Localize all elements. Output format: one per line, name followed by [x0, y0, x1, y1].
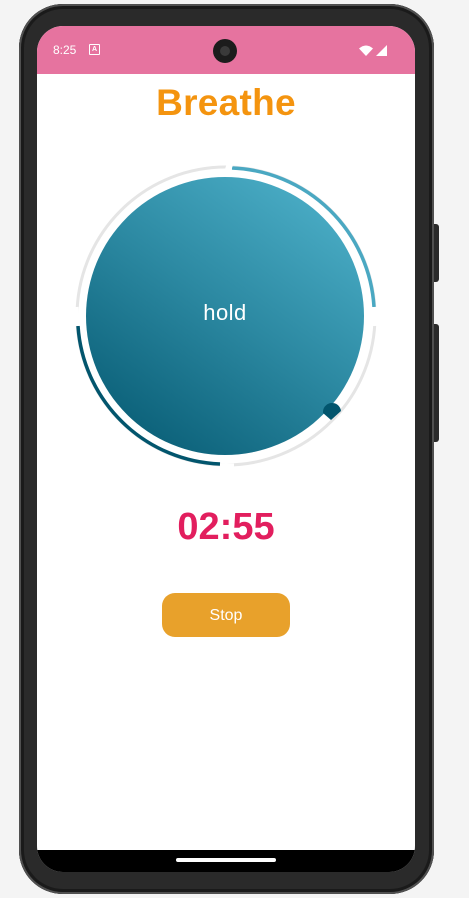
progress-marker-icon [322, 402, 341, 420]
stop-button[interactable]: Stop [162, 593, 290, 637]
status-bar: 8:25 A [37, 26, 415, 74]
breath-phase-label: hold [203, 300, 247, 325]
home-indicator[interactable] [176, 858, 276, 862]
signal-icon [376, 45, 387, 56]
status-icons [359, 44, 389, 62]
navigation-bar [37, 850, 415, 872]
ring-gap-top [225, 164, 233, 171]
ring-gap-right [371, 306, 378, 327]
app-title: Breathe [156, 82, 296, 123]
ring-gap-left [74, 306, 80, 327]
power-button [434, 324, 439, 442]
front-camera [213, 39, 237, 63]
countdown-timer: 02:55 [177, 506, 275, 548]
status-time: 8:25 [53, 43, 77, 57]
wifi-icon [359, 45, 373, 56]
phone-frame: 8:25 A Breathe hold 02:55 Stop [19, 4, 439, 894]
screen: 8:25 A Breathe hold 02:55 Stop [37, 26, 415, 872]
notification-icon: A [89, 44, 100, 55]
volume-button [434, 224, 439, 282]
